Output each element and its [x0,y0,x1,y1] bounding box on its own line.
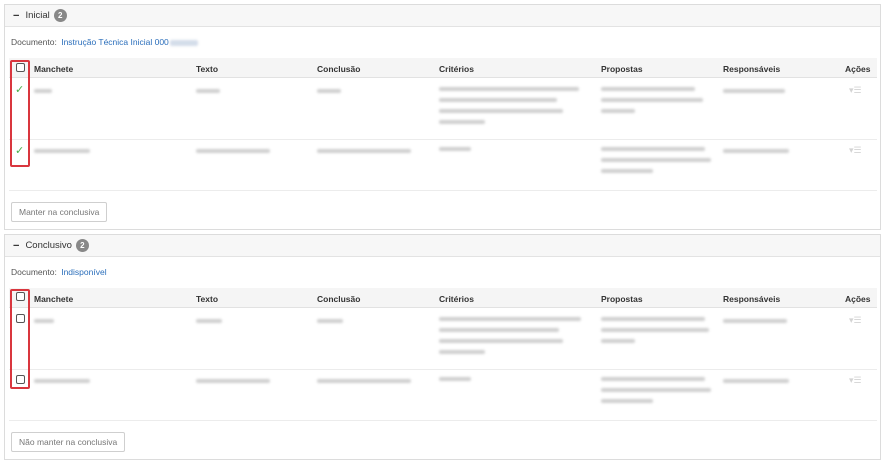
keep-in-conclusive-button[interactable]: Manter na conclusiva [11,202,108,222]
redacted-cell [723,379,789,383]
redacted-cell [601,377,705,381]
section-inicial-header[interactable]: − Inicial 2 [5,5,880,27]
redacted-cell [439,120,485,124]
highlight-box [10,60,30,167]
redacted-cell [439,109,563,113]
redacted-cell [439,147,471,151]
col-conclusao[interactable]: Conclusão [317,294,360,304]
redacted-document-id [169,39,198,46]
redacted-cell [439,328,559,332]
redacted-cell [601,339,635,343]
section-title: Conclusivo [25,240,72,251]
actions-menu-icon[interactable]: ▾☰ [849,375,862,386]
col-criterios[interactable]: Critérios [439,64,474,74]
section-title: Inicial [25,10,50,21]
redacted-cell [196,149,270,153]
table-header: Manchete Texto Conclusão Critérios Propo… [9,58,877,78]
count-badge: 2 [75,239,89,252]
count-badge: 2 [53,9,67,22]
col-propostas[interactable]: Propostas [601,64,643,74]
col-texto[interactable]: Texto [196,294,218,304]
document-line: Documento: Instrução Técnica Inicial 000 [11,37,198,47]
table-row[interactable]: ✓ ▾☰ [9,140,877,191]
redacted-cell [317,379,411,383]
redacted-cell [196,379,270,383]
redacted-cell [601,317,705,321]
redacted-cell [723,149,789,153]
redacted-cell [601,109,635,113]
redacted-cell [723,89,785,93]
redacted-cell [196,89,220,93]
col-criterios[interactable]: Critérios [439,294,474,304]
table-row[interactable]: ✓ ▾☰ [9,79,877,140]
redacted-cell [34,149,90,153]
col-conclusao[interactable]: Conclusão [317,64,360,74]
section-inicial: − Inicial 2 Documento: Instrução Técnica… [4,4,881,230]
redacted-cell [439,339,563,343]
actions-menu-icon[interactable]: ▾☰ [849,85,862,96]
col-acoes[interactable]: Ações [845,294,871,304]
document-link[interactable]: Indisponível [61,267,106,277]
redacted-cell [601,147,705,151]
document-line: Documento: Indisponível [11,267,107,277]
document-label: Documento: [11,267,57,277]
redacted-cell [439,98,557,102]
collapse-icon[interactable]: − [13,10,19,22]
redacted-cell [34,89,52,93]
redacted-cell [34,379,90,383]
redacted-cell [601,399,653,403]
table-row[interactable]: ▾☰ [9,370,877,421]
table-row[interactable]: ▾☰ [9,309,877,370]
col-propostas[interactable]: Propostas [601,294,643,304]
redacted-cell [196,319,222,323]
redacted-cell [601,328,709,332]
redacted-cell [439,377,471,381]
actions-menu-icon[interactable]: ▾☰ [849,315,862,326]
col-acoes[interactable]: Ações [845,64,871,74]
redacted-cell [601,158,711,162]
table-header: Manchete Texto Conclusão Critérios Propo… [9,288,877,308]
redacted-cell [317,319,343,323]
redacted-cell [601,98,703,102]
redacted-cell [317,149,411,153]
redacted-cell [439,87,579,91]
col-responsaveis[interactable]: Responsáveis [723,294,780,304]
actions-menu-icon[interactable]: ▾☰ [849,145,862,156]
redacted-cell [439,317,581,321]
redacted-cell [601,87,695,91]
col-manchete[interactable]: Manchete [34,64,73,74]
redacted-cell [439,350,485,354]
document-link[interactable]: Instrução Técnica Inicial 000 [61,37,169,47]
redacted-cell [317,89,341,93]
redacted-cell [601,388,711,392]
redacted-cell [601,169,653,173]
document-label: Documento: [11,37,57,47]
section-conclusivo-header[interactable]: − Conclusivo 2 [5,235,880,257]
col-manchete[interactable]: Manchete [34,294,73,304]
collapse-icon[interactable]: − [13,240,19,252]
redacted-cell [34,319,54,323]
col-texto[interactable]: Texto [196,64,218,74]
highlight-box [10,289,30,389]
col-responsaveis[interactable]: Responsáveis [723,64,780,74]
do-not-keep-in-conclusive-button[interactable]: Não manter na conclusiva [11,432,126,452]
redacted-cell [723,319,787,323]
section-conclusivo: − Conclusivo 2 Documento: Indisponível M… [4,234,881,460]
